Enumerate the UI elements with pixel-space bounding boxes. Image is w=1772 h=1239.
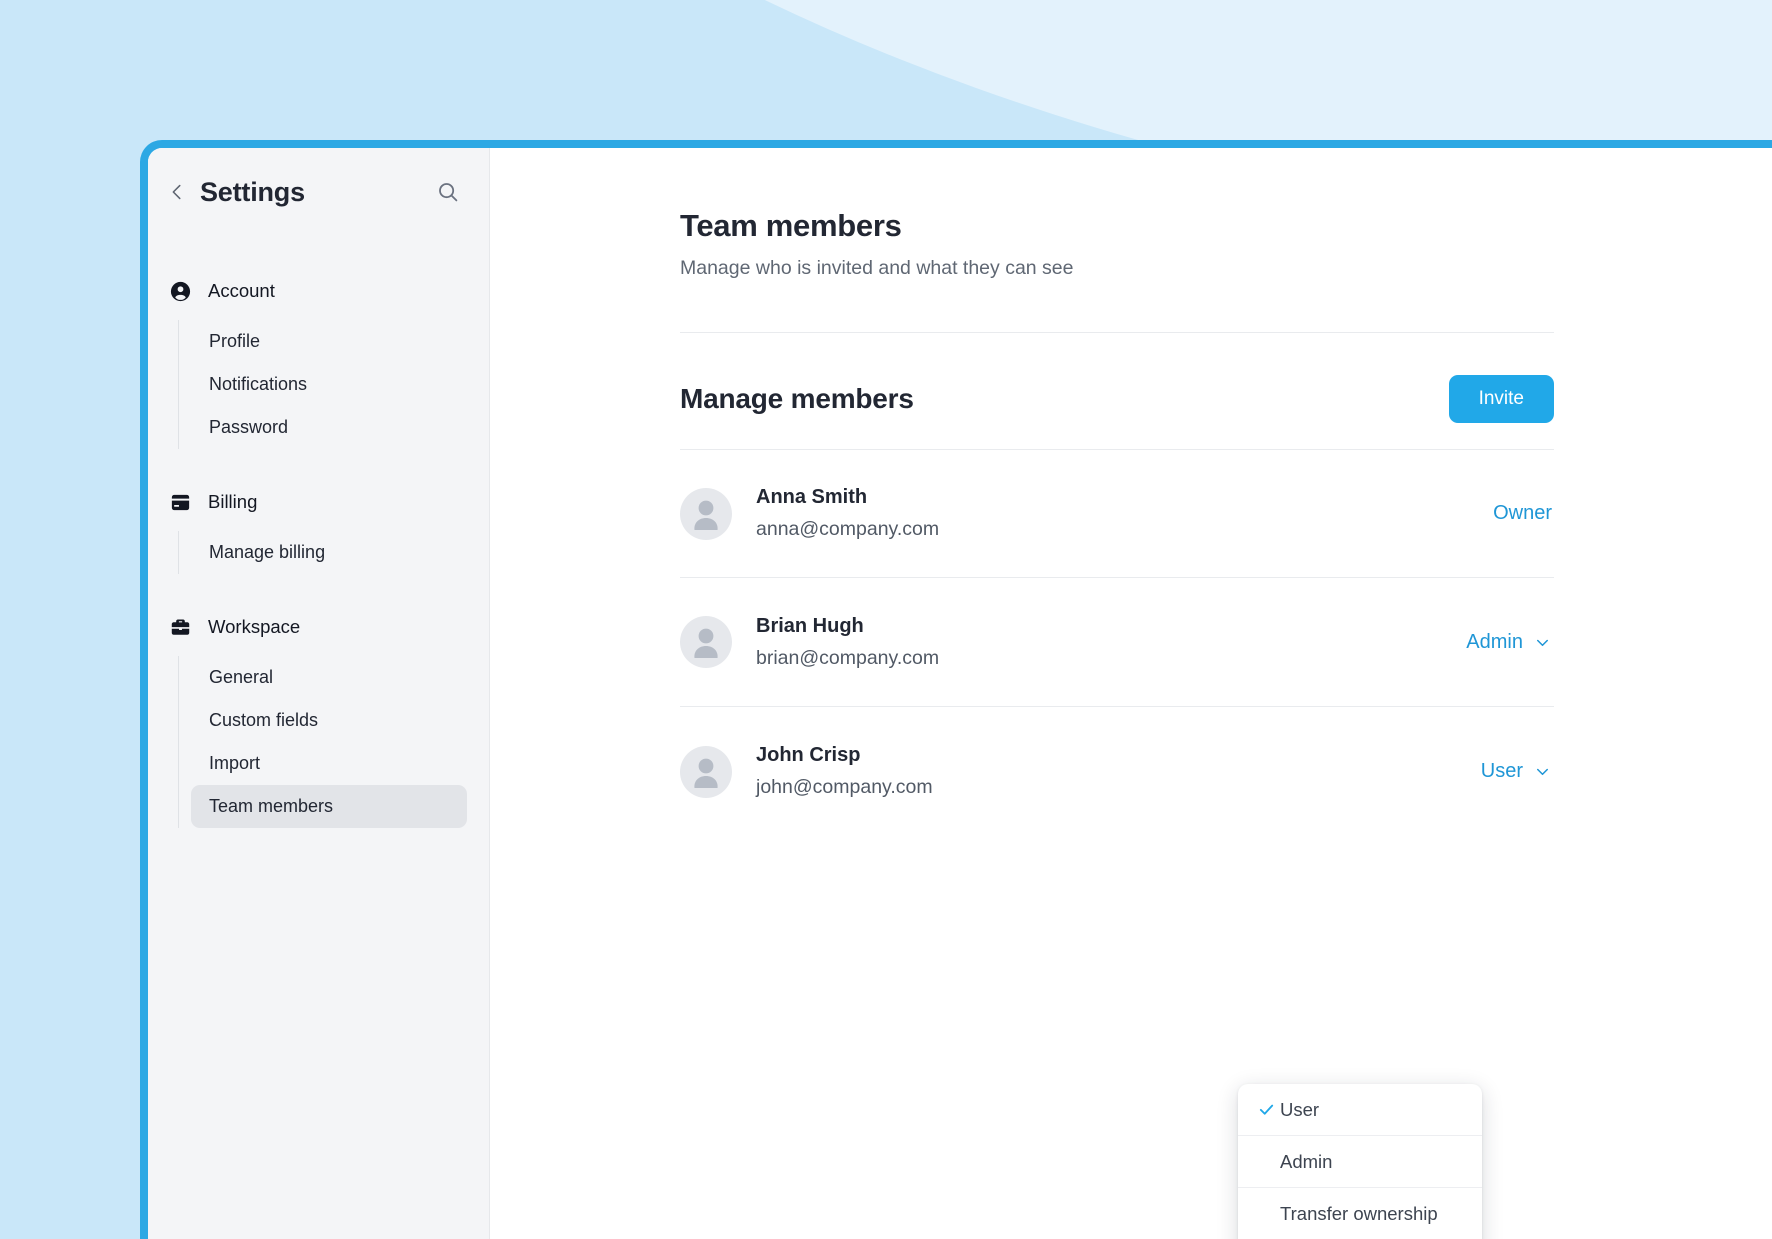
sidebar-item-general[interactable]: General xyxy=(191,656,467,699)
sidebar-item-custom-fields[interactable]: Custom fields xyxy=(191,699,467,742)
sidebar-item-label: Account xyxy=(208,280,275,301)
sidebar-item-password[interactable]: Password xyxy=(191,406,467,449)
menu-item-admin[interactable]: Admin xyxy=(1238,1136,1482,1188)
menu-item-user[interactable]: User xyxy=(1238,1084,1482,1136)
sidebar-item-import[interactable]: Import xyxy=(191,742,467,785)
search-icon xyxy=(439,183,458,202)
sidebar-subitems-account: Profile Notifications Password xyxy=(178,320,489,449)
sidebar-item-notifications[interactable]: Notifications xyxy=(191,363,467,406)
member-info: Anna Smith anna@company.com xyxy=(756,486,1493,541)
check-icon xyxy=(1258,1101,1280,1118)
member-name: John Crisp xyxy=(756,744,861,766)
menu-item-label: Transfer ownership xyxy=(1280,1202,1438,1224)
sidebar-item-team-members[interactable]: Team members xyxy=(191,785,467,828)
sidebar-group-account: Account Profile Notifications Password xyxy=(148,272,489,449)
table-row: Anna Smith anna@company.com Owner xyxy=(680,449,1554,578)
avatar xyxy=(680,616,732,668)
chevron-down-icon xyxy=(1533,633,1552,652)
sidebar-title: Settings xyxy=(200,176,305,207)
member-list: Anna Smith anna@company.com Owner Brian … xyxy=(680,449,1554,836)
table-row: John Crisp john@company.com User xyxy=(680,707,1554,836)
page-title: Team members xyxy=(680,208,902,243)
menu-item-label: User xyxy=(1280,1098,1320,1120)
role-label: User xyxy=(1480,760,1523,782)
header-divider xyxy=(680,332,1554,333)
sidebar-item-account[interactable]: Account xyxy=(148,272,489,310)
person-avatar-icon xyxy=(694,500,718,530)
page-backdrop: Settings Account Profile Notifications P… xyxy=(0,0,1772,1239)
sidebar-subitems-workspace: General Custom fields Import Team member… xyxy=(178,656,489,828)
member-role-dropdown-john[interactable]: User xyxy=(1481,760,1554,783)
search-button[interactable] xyxy=(433,177,463,207)
sidebar-subitems-billing: Manage billing xyxy=(178,531,489,574)
role-dropdown-menu: User Admin Transfer ownership Remove acc… xyxy=(1238,1084,1482,1239)
sidebar-item-label: Workspace xyxy=(208,616,301,637)
role-label: Admin xyxy=(1466,630,1523,653)
sidebar-item-workspace[interactable]: Workspace xyxy=(148,608,489,646)
menu-item-label: Admin xyxy=(1280,1150,1333,1172)
chevron-down-icon xyxy=(1533,762,1552,781)
sidebar-item-billing[interactable]: Billing xyxy=(148,483,489,521)
main-content: Team members Manage who is invited and w… xyxy=(490,148,1772,1239)
sidebar-item-manage-billing[interactable]: Manage billing xyxy=(191,531,467,574)
briefcase-icon xyxy=(168,615,192,639)
table-row: Brian Hugh brian@company.com Admin xyxy=(680,578,1554,707)
member-role-owner: Owner xyxy=(1493,502,1554,525)
page-subtitle: Manage who is invited and what they can … xyxy=(680,257,1074,279)
invite-button[interactable]: Invite xyxy=(1448,375,1554,423)
user-circle-icon xyxy=(168,279,192,303)
member-info: Brian Hugh brian@company.com xyxy=(756,615,1466,670)
member-name: Anna Smith xyxy=(756,486,868,508)
person-avatar-icon xyxy=(694,628,718,658)
sidebar-group-billing: Billing Manage billing xyxy=(148,483,489,574)
manage-members-header: Manage members Invite xyxy=(680,375,1554,423)
menu-item-transfer-ownership[interactable]: Transfer ownership xyxy=(1238,1188,1482,1239)
role-label: Owner xyxy=(1493,502,1552,524)
chevron-left-icon xyxy=(172,184,181,200)
avatar xyxy=(680,745,732,798)
sidebar-item-label: Billing xyxy=(208,491,258,512)
credit-card-icon xyxy=(168,490,192,514)
section-title: Manage members xyxy=(680,383,914,414)
member-info: John Crisp john@company.com xyxy=(756,744,1481,799)
member-email: anna@company.com xyxy=(756,518,940,540)
sidebar-group-workspace: Workspace General Custom fields Import T… xyxy=(148,608,489,828)
settings-sidebar: Settings Account Profile Notifications P… xyxy=(148,148,490,1239)
sidebar-header: Settings xyxy=(148,156,489,228)
back-button[interactable] xyxy=(162,177,192,207)
member-email: brian@company.com xyxy=(756,646,940,669)
member-email: john@company.com xyxy=(756,776,933,798)
avatar xyxy=(680,487,732,540)
person-avatar-icon xyxy=(694,758,718,788)
member-name: Brian Hugh xyxy=(756,614,864,637)
sidebar-item-profile[interactable]: Profile xyxy=(191,320,467,363)
member-role-dropdown-brian[interactable]: Admin xyxy=(1466,631,1554,654)
app-window: Settings Account Profile Notifications P… xyxy=(140,140,1772,1239)
